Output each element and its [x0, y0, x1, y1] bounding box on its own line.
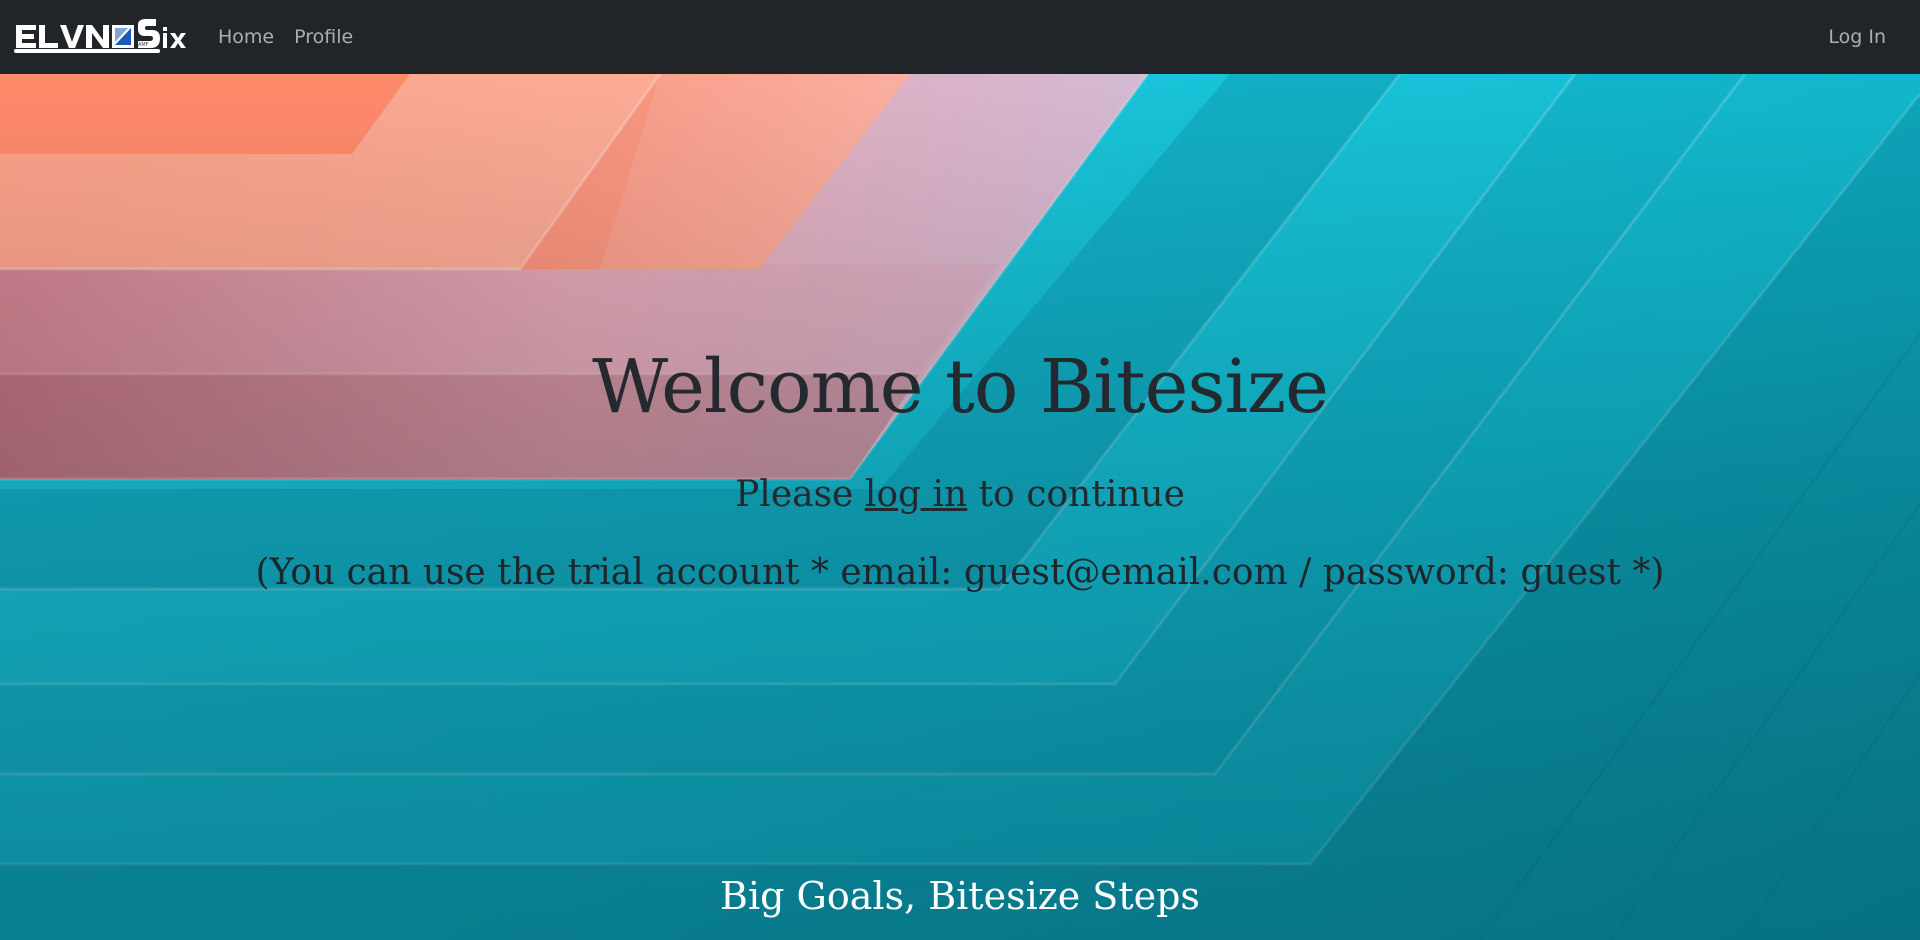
nav-link-profile[interactable]: Profile [284, 26, 363, 48]
trial-account-note: (You can use the trial account * email: … [255, 552, 1665, 593]
hero-login-link[interactable]: log in [865, 474, 967, 515]
login-prompt: Please log in to continue [0, 474, 1920, 515]
svg-text:AMF: AMF [138, 42, 149, 48]
hero-section: Welcome to Bitesize Please log in to con… [0, 74, 1920, 940]
nav-right: Log In [1818, 26, 1906, 48]
login-link[interactable]: Log In [1818, 26, 1896, 48]
nav-links: Home Profile [208, 26, 363, 48]
hero-title: Welcome to Bitesize [592, 344, 1329, 430]
login-prompt-suffix: to continue [967, 474, 1185, 515]
login-prompt-prefix: Please [735, 474, 865, 515]
nav-link-home[interactable]: Home [208, 26, 284, 48]
hero-content: Welcome to Bitesize Please log in to con… [0, 74, 1920, 940]
top-navbar: AMF Home Profile Log In [0, 0, 1920, 74]
hero-tagline: Big Goals, Bitesize Steps [720, 874, 1200, 918]
brand-logo[interactable]: AMF [14, 15, 190, 59]
elvn-six-logo: AMF [14, 19, 186, 53]
